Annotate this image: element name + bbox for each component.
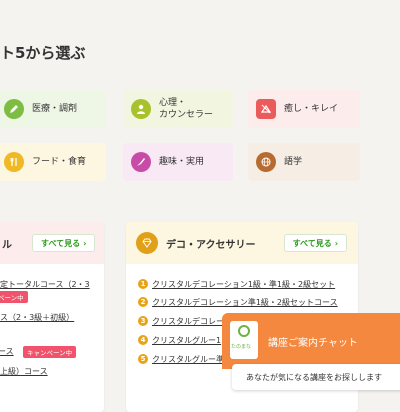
person-icon bbox=[131, 99, 151, 119]
category-food[interactable]: フード・食育 bbox=[0, 143, 106, 181]
card-header: ル すべて見る › bbox=[0, 222, 104, 264]
see-all-button[interactable]: すべて見る › bbox=[283, 234, 347, 252]
course-link[interactable]: クリスタルグルー準 bbox=[152, 354, 224, 365]
globe-icon bbox=[256, 152, 276, 172]
rank-number: 3 bbox=[138, 316, 148, 326]
course-link[interactable]: クリスタルデコレーション準1級・2級セットコース bbox=[152, 297, 338, 308]
rank-number: 1 bbox=[138, 279, 148, 289]
category-label: 癒し・キレイ bbox=[284, 104, 339, 114]
category-beauty[interactable]: 癒し・キレイ bbox=[248, 90, 360, 128]
chat-logo: たのまな bbox=[230, 321, 258, 359]
course-link[interactable]: 上級）コース bbox=[0, 366, 48, 377]
category-label: 語学 bbox=[284, 157, 303, 167]
category-medical[interactable]: 医療・調剤 bbox=[0, 90, 106, 128]
chat-widget-header[interactable]: たのまな 講座ご案内チャット bbox=[222, 313, 400, 369]
course-card-left: ル すべて見る › 定トータルコース（2・3 ペーン中 ス（2・3級＋初級） ース… bbox=[0, 222, 104, 412]
campaign-badge: ペーン中 bbox=[0, 291, 28, 303]
see-all-button[interactable]: すべて見る › bbox=[32, 234, 96, 252]
category-psychology[interactable]: 心理・ カウンセラー bbox=[123, 90, 233, 128]
chat-message-text: あなたが気になる講座をお探しします bbox=[246, 372, 382, 382]
category-language[interactable]: 語学 bbox=[248, 143, 360, 181]
category-label: 趣味・実用 bbox=[159, 157, 205, 167]
rank-number: 5 bbox=[138, 354, 148, 364]
hobby-icon bbox=[131, 152, 151, 172]
pen-icon bbox=[4, 99, 24, 119]
course-link[interactable]: 定トータルコース（2・3 bbox=[0, 279, 90, 290]
chat-brand: たのまな bbox=[231, 344, 252, 350]
rank-number: 2 bbox=[138, 297, 148, 307]
course-link[interactable]: クリスタルグルー1 bbox=[152, 335, 221, 346]
course-link[interactable]: ス（2・3級＋初級） bbox=[0, 312, 74, 323]
course-link[interactable]: ース bbox=[0, 346, 14, 357]
category-label: フード・食育 bbox=[32, 157, 87, 167]
card-title: ル bbox=[2, 239, 12, 251]
category-label: 医療・調剤 bbox=[32, 104, 78, 114]
utensils-icon bbox=[4, 152, 24, 172]
chat-message-bubble[interactable]: あなたが気になる講座をお探しします bbox=[232, 364, 400, 390]
chevron-right-icon: › bbox=[334, 238, 338, 248]
section-heading: ト5から選ぶ bbox=[0, 44, 86, 62]
card-title: デコ・アクセサリー bbox=[166, 239, 256, 251]
course-link[interactable]: クリスタルデコレーション1級・準1級・2級セット bbox=[152, 279, 335, 290]
chat-title: 講座ご案内チャット bbox=[268, 338, 358, 349]
card-header: デコ・アクセサリー すべて見る › bbox=[126, 222, 358, 264]
spa-icon bbox=[256, 99, 276, 119]
course-link[interactable]: クリスタルデコレー bbox=[152, 316, 224, 327]
category-label: 心理・ カウンセラー bbox=[159, 98, 214, 120]
rank-number: 4 bbox=[138, 335, 148, 345]
chevron-right-icon: › bbox=[83, 238, 87, 248]
leaf-icon bbox=[238, 325, 250, 337]
diamond-icon bbox=[136, 232, 158, 254]
campaign-badge: キャンペーン中 bbox=[23, 346, 77, 358]
category-hobby[interactable]: 趣味・実用 bbox=[123, 143, 233, 181]
